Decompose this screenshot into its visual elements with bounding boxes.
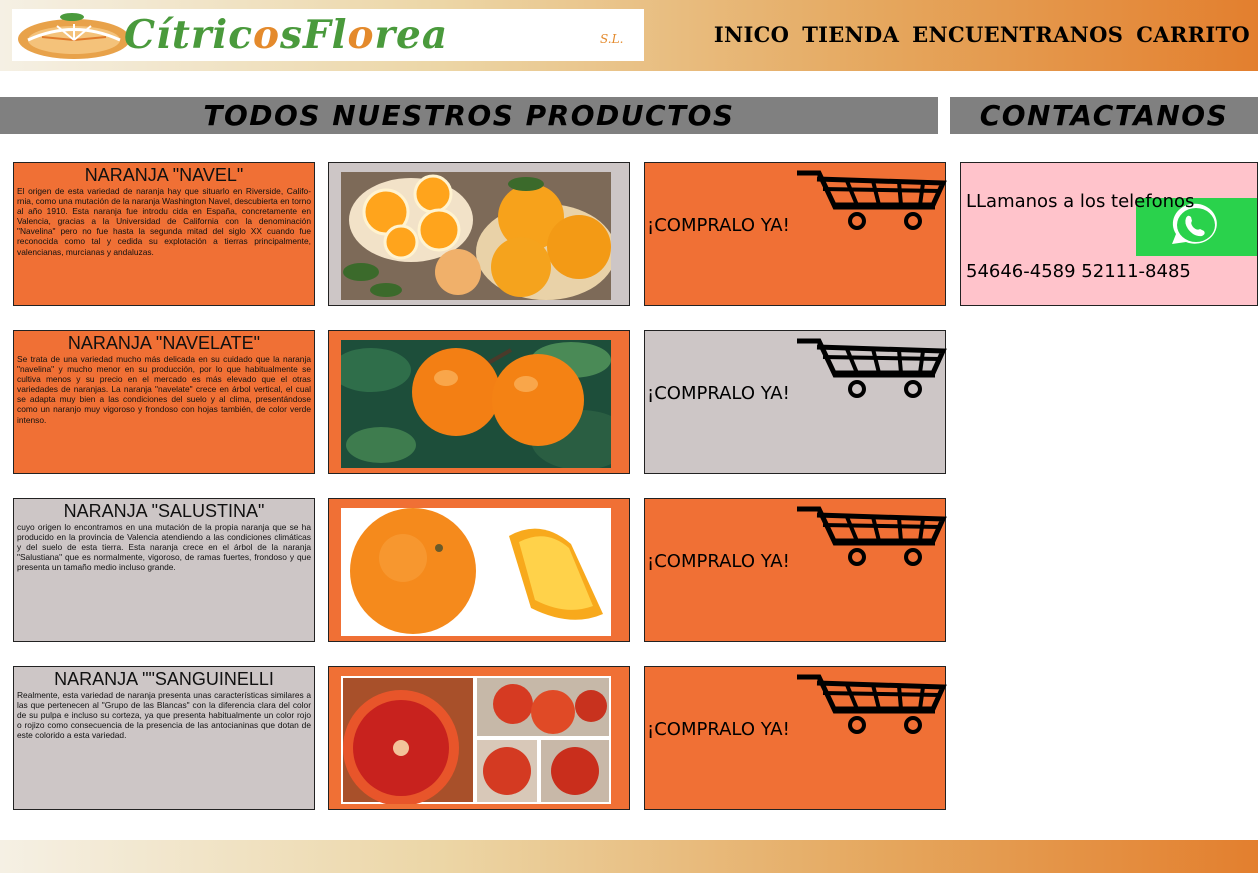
product-title: NARANJA "NAVELATE" <box>67 333 261 353</box>
product-description: NARANJA "NAVELATE" Se trata de una varie… <box>13 330 315 474</box>
product-image-frame <box>328 162 630 306</box>
sanguinelli-orange-image[interactable] <box>341 676 611 804</box>
brand-suffix: S.L. <box>600 32 624 46</box>
product-text: Se trata de una variedad mucho más delic… <box>17 354 311 425</box>
buy-label[interactable]: ¡COMPRALO YA! <box>647 383 790 404</box>
navelate-orange-photo <box>341 340 611 468</box>
product-description: NARANJA "SALUSTINA" cuyo origen lo encon… <box>13 498 315 642</box>
product-text: El origen de esta variedad de naranja ha… <box>17 186 311 257</box>
main-nav: INICO TIENDA ENCUENTRANOS CARRITO <box>714 22 1250 47</box>
product-title: NARANJA "SALUSTINA" <box>63 501 265 521</box>
nav-carrito[interactable]: CARRITO <box>1136 22 1250 47</box>
footer <box>0 840 1258 873</box>
orange-slice-logo-icon <box>18 13 130 59</box>
products-heading: TODOS NUESTROS PRODUCTOS <box>0 97 938 134</box>
logo[interactable]: CítricosFlorea S.L. <box>12 9 644 61</box>
buy-label[interactable]: ¡COMPRALO YA! <box>647 551 790 572</box>
buy-panel[interactable]: ¡COMPRALO YA! <box>644 498 947 642</box>
shopping-cart-icon[interactable] <box>795 335 947 399</box>
product-text: cuyo origen lo encontramos en una mutaci… <box>17 522 311 573</box>
navel-orange-image[interactable] <box>341 172 611 300</box>
buy-label[interactable]: ¡COMPRALO YA! <box>647 215 790 236</box>
nav-tienda[interactable]: TIENDA <box>802 22 899 47</box>
contact-phones: LLamanos a los telefonos 54646-4589 5211… <box>966 191 1195 282</box>
brand-name: CítricosFlorea <box>124 12 449 58</box>
shopping-cart-icon[interactable] <box>795 503 947 567</box>
product-description: NARANJA "NAVEL" El origen de esta varied… <box>13 162 315 306</box>
product-image-frame <box>328 666 630 810</box>
buy-panel[interactable]: ¡COMPRALO YA! <box>644 330 947 474</box>
sanguinelli-orange-photo <box>341 676 611 804</box>
product-image-frame <box>328 330 630 474</box>
salustina-orange-photo <box>341 508 611 636</box>
product-text: Realmente, esta variedad de naranja pres… <box>17 690 311 741</box>
navelate-orange-image[interactable] <box>341 340 611 468</box>
nav-encuentranos[interactable]: ENCUENTRANOS <box>912 22 1123 47</box>
shopping-cart-icon[interactable] <box>795 167 947 231</box>
contact-box: LLamanos a los telefonos 54646-4589 5211… <box>960 162 1258 306</box>
product-title: NARANJA ""SANGUINELLI <box>54 669 274 689</box>
buy-panel[interactable]: ¡COMPRALO YA! <box>644 666 947 810</box>
salustina-orange-image[interactable] <box>341 508 611 636</box>
buy-panel[interactable]: ¡COMPRALO YA! <box>644 162 947 306</box>
header: CítricosFlorea S.L. INICO TIENDA ENCUENT… <box>0 0 1258 71</box>
product-title: NARANJA "NAVEL" <box>84 165 244 185</box>
product-image-frame <box>328 498 630 642</box>
shopping-cart-icon[interactable] <box>795 671 947 735</box>
contact-heading: CONTACTANOS <box>950 97 1258 134</box>
buy-label[interactable]: ¡COMPRALO YA! <box>647 719 790 740</box>
product-description: NARANJA ""SANGUINELLI Realmente, esta va… <box>13 666 315 810</box>
navel-orange-photo <box>341 172 611 300</box>
nav-inicio[interactable]: INICO <box>714 22 789 47</box>
